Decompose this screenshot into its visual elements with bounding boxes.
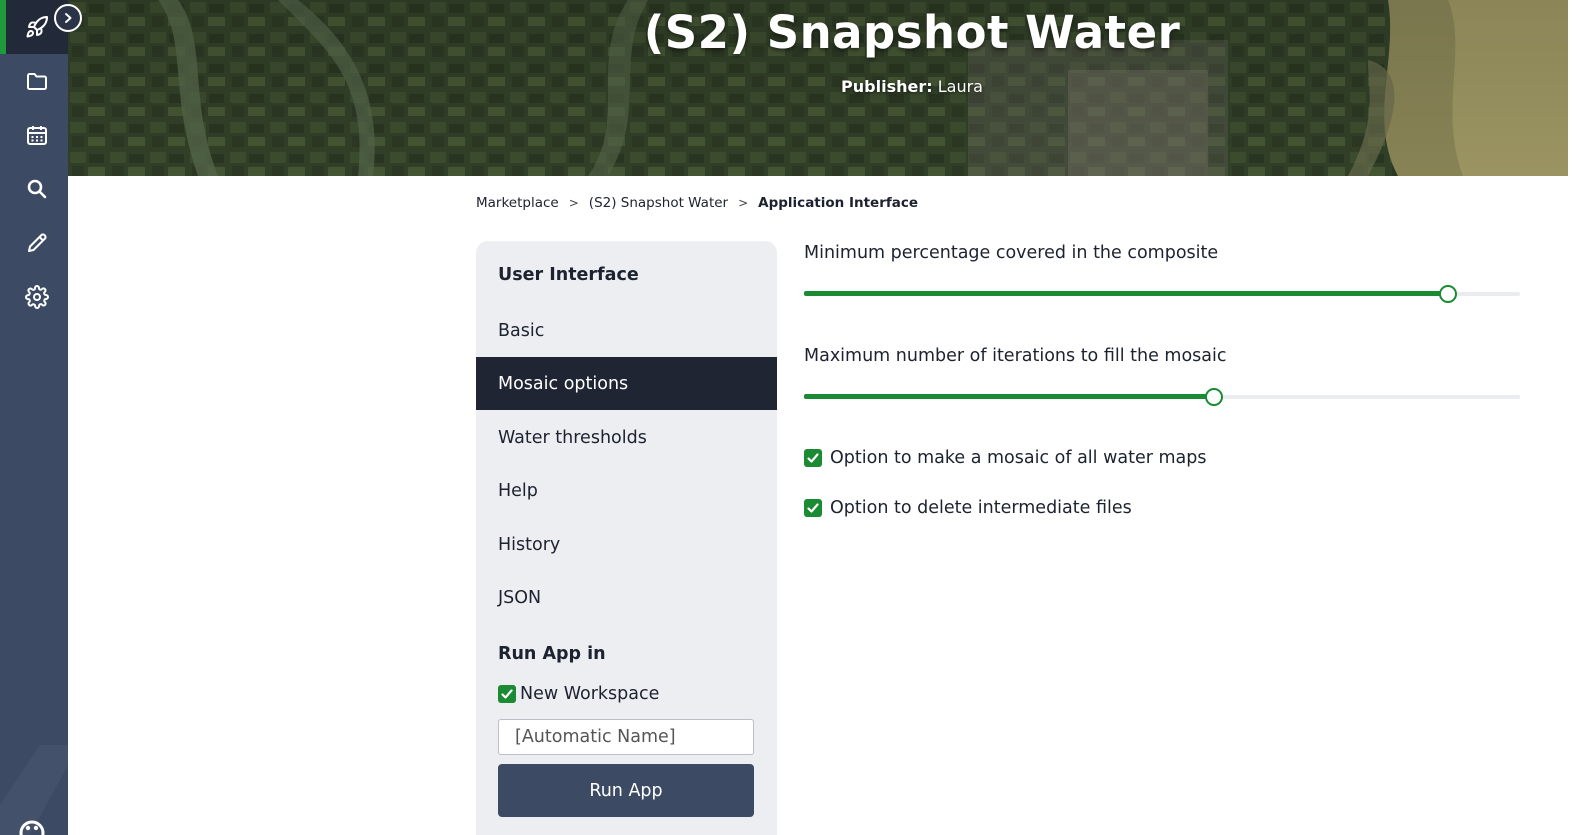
mosaic-all-option[interactable]: Option to make a mosaic of all water map… bbox=[804, 448, 1207, 468]
pencil-icon bbox=[28, 233, 47, 252]
breadcrumb-marketplace[interactable]: Marketplace bbox=[476, 195, 559, 211]
slider-fill bbox=[804, 291, 1449, 296]
menu-item-help[interactable]: Help bbox=[476, 464, 777, 517]
max-iterations-slider[interactable] bbox=[804, 387, 1520, 407]
rocket-icon bbox=[26, 15, 48, 38]
publisher-name: Laura bbox=[937, 77, 983, 96]
run-app-heading: Run App in bbox=[498, 644, 606, 664]
publisher-line: Publisher: Laura bbox=[68, 77, 1568, 96]
mosaic-all-checkbox[interactable] bbox=[804, 449, 822, 467]
checkmark-icon bbox=[501, 689, 513, 699]
new-workspace-checkbox-row[interactable]: New Workspace bbox=[498, 684, 659, 704]
menu-item-label: JSON bbox=[498, 587, 542, 608]
page-right-edge bbox=[1568, 0, 1582, 835]
checkmark-icon bbox=[807, 503, 819, 513]
breadcrumb-app[interactable]: (S2) Snapshot Water bbox=[589, 195, 728, 211]
breadcrumb-separator: > bbox=[568, 196, 579, 210]
menu-item-water-thresholds[interactable]: Water thresholds bbox=[476, 411, 777, 464]
menu-item-json[interactable]: JSON bbox=[476, 571, 777, 624]
slider-thumb[interactable] bbox=[1439, 285, 1458, 303]
menu-item-label: Mosaic options bbox=[498, 373, 629, 394]
gear-icon bbox=[25, 285, 49, 309]
menu-item-label: Water thresholds bbox=[498, 427, 647, 448]
calendar-icon bbox=[27, 126, 47, 145]
folder-icon bbox=[27, 73, 47, 90]
menu-item-basic[interactable]: Basic bbox=[476, 304, 777, 357]
search-icon bbox=[27, 179, 47, 199]
chevron-right-icon bbox=[65, 13, 72, 23]
checkmark-icon bbox=[807, 453, 819, 463]
breadcrumb-separator: > bbox=[738, 196, 749, 210]
workspace-name-input[interactable] bbox=[498, 719, 754, 755]
new-workspace-checkbox[interactable] bbox=[498, 685, 516, 703]
rail-decoration bbox=[0, 745, 68, 835]
slider-fill bbox=[804, 394, 1214, 399]
left-nav-rail bbox=[0, 0, 68, 835]
slider-thumb[interactable] bbox=[1204, 388, 1223, 406]
menu-item-label: Help bbox=[498, 480, 538, 501]
delete-intermediate-label: Option to delete intermediate files bbox=[830, 498, 1132, 518]
rail-item-calendar[interactable] bbox=[6, 108, 68, 162]
mosaic-all-label: Option to make a mosaic of all water map… bbox=[830, 448, 1207, 468]
breadcrumb: Marketplace > (S2) Snapshot Water > Appl… bbox=[476, 195, 918, 211]
new-workspace-label: New Workspace bbox=[520, 684, 660, 704]
min-percentage-slider[interactable] bbox=[804, 284, 1520, 304]
app-banner: (S2) Snapshot Water Publisher: Laura bbox=[68, 0, 1568, 176]
run-app-button[interactable]: Run App bbox=[498, 764, 754, 817]
app-title: (S2) Snapshot Water bbox=[643, 6, 1181, 59]
app-side-menu: User Interface Basic Mosaic options Wate… bbox=[476, 241, 777, 835]
max-iterations-label: Maximum number of iterations to fill the… bbox=[804, 346, 1227, 366]
rail-item-settings[interactable] bbox=[6, 270, 68, 324]
delete-intermediate-option[interactable]: Option to delete intermediate files bbox=[804, 498, 1132, 518]
menu-item-label: Basic bbox=[498, 320, 545, 341]
menu-heading: User Interface bbox=[498, 265, 639, 285]
rail-item-edit[interactable] bbox=[6, 216, 68, 270]
rail-item-folders[interactable] bbox=[6, 54, 68, 108]
expand-rail-button[interactable] bbox=[54, 4, 82, 32]
menu-item-label: History bbox=[498, 534, 561, 555]
delete-intermediate-checkbox[interactable] bbox=[804, 499, 822, 517]
menu-item-mosaic-options[interactable]: Mosaic options bbox=[476, 357, 777, 410]
rail-item-search[interactable] bbox=[6, 162, 68, 216]
breadcrumb-current: Application Interface bbox=[758, 195, 919, 211]
publisher-label: Publisher: bbox=[841, 77, 933, 96]
menu-item-history[interactable]: History bbox=[476, 518, 777, 571]
min-percentage-label: Minimum percentage covered in the compos… bbox=[804, 243, 1219, 263]
